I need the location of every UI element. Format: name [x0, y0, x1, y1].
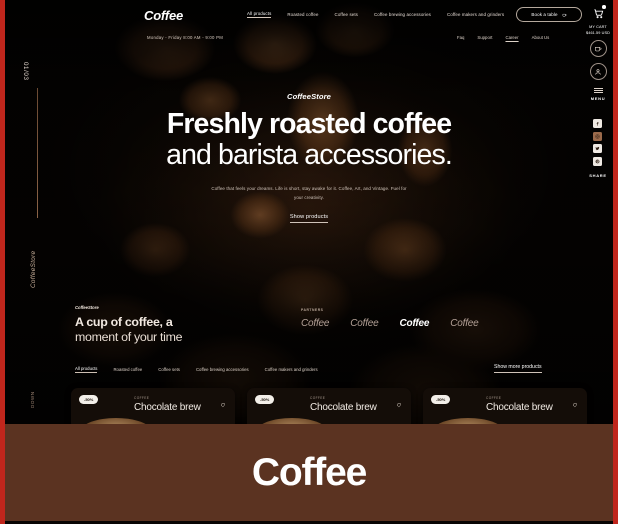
cart-icon-wrap	[593, 5, 606, 24]
cart-badge-dot	[601, 5, 606, 9]
discount-badge: -50%	[79, 395, 99, 404]
product-category: COFFEE	[310, 396, 326, 400]
heart-icon	[397, 403, 402, 408]
partner-logo-2[interactable]: Coffee	[350, 318, 378, 329]
cart-widget[interactable]: MY CART $461.59 USD	[583, 5, 613, 35]
vertical-brand-label: CoffeeStore	[30, 250, 37, 288]
coffee-cup-icon	[595, 46, 602, 51]
screenshot-frame: Coffee All products Roasted coffee Coffe…	[0, 0, 618, 524]
filter-all-products[interactable]: All products	[75, 366, 98, 373]
product-category: COFFEE	[134, 396, 150, 400]
opening-hours: Monday - Friday 8:00 AM - 9:00 PM	[147, 35, 224, 40]
band-label: CoffeeStore	[75, 305, 99, 310]
main-nav: All products Roasted coffee Coffee sets …	[247, 11, 504, 18]
menu-label: MENU	[590, 96, 606, 102]
partner-logo-4[interactable]: Coffee	[450, 318, 478, 329]
band-title: A cup of coffee, a moment of your time	[75, 315, 183, 344]
hero-section: CoffeeStore Freshly roasted coffee and b…	[5, 92, 613, 223]
heart-icon	[573, 403, 578, 408]
banner-title: Coffee	[251, 450, 367, 494]
account-icon-button[interactable]	[589, 63, 607, 80]
nav-item-brewing-accessories[interactable]: Coffee brewing accessories	[374, 12, 431, 17]
secondary-nav: Faq Support Career About Us	[457, 35, 549, 40]
shopping-cart-icon	[593, 9, 603, 19]
rail-divider-line	[37, 88, 38, 218]
slide-counter: 01/03	[22, 62, 29, 81]
share-label: SHARE	[589, 173, 607, 179]
book-a-table-label: Book a table	[531, 12, 558, 17]
partners-row: PARTNERS Coffee Coffee Coffee Coffee	[301, 308, 479, 329]
hero-headline: Freshly roasted coffee and barista acces…	[5, 109, 613, 171]
book-a-table-button[interactable]: Book a table	[516, 7, 582, 22]
product-title: Chocolate brew	[134, 402, 201, 413]
scroll-down-label[interactable]: DOWN	[30, 391, 35, 408]
product-title: Chocolate brew	[486, 402, 553, 413]
twitter-glyph	[596, 146, 600, 151]
social-links: SHARE	[589, 119, 607, 178]
hero-headline-line1: Freshly roasted coffee	[166, 108, 452, 140]
hero-kicker: CoffeeStore	[286, 92, 331, 101]
hero-headline-line2: and barista accessories.	[166, 139, 453, 171]
pinterest-glyph	[596, 159, 600, 163]
partner-logo-3[interactable]: Coffee	[400, 318, 430, 329]
hero-lead-text: Coffee that feels your dreams. Life is s…	[211, 186, 407, 200]
filter-coffee-sets[interactable]: Coffee sets	[158, 367, 180, 372]
show-products-link[interactable]: Show products	[289, 214, 329, 223]
cart-amount: $461.59 USD	[586, 30, 610, 35]
discount-badge: -50%	[431, 395, 451, 404]
nav-item-all-products[interactable]: All products	[247, 11, 272, 18]
nav-item-roasted-coffee[interactable]: Roasted coffee	[287, 12, 318, 17]
twitter-icon[interactable]	[593, 144, 603, 154]
facebook-glyph	[597, 122, 600, 126]
filter-makers-grinders[interactable]: Coffee makers and grinders	[265, 367, 318, 372]
bottom-banner: Coffee	[5, 424, 613, 521]
filter-brewing-accessories[interactable]: Coffee brewing accessories	[196, 367, 249, 372]
filter-roasted-coffee[interactable]: Roasted coffee	[113, 367, 142, 372]
subnav-item-about-us[interactable]: About Us	[532, 35, 550, 40]
product-filter-tabs: All products Roasted coffee Coffee sets …	[75, 366, 318, 373]
favorite-button[interactable]	[220, 395, 226, 413]
subnav-item-faq[interactable]: Faq	[457, 35, 464, 40]
left-rail: 01/03 CoffeeStore DOWN	[22, 58, 49, 408]
heart-icon	[221, 403, 226, 408]
user-account-icon	[595, 68, 601, 75]
right-rail: MENU SHARE	[583, 40, 613, 178]
pinterest-icon[interactable]	[593, 156, 603, 166]
favorite-button[interactable]	[396, 395, 402, 413]
coffee-cup-icon	[562, 13, 567, 17]
band-title-line1: A cup of coffee, a	[75, 315, 173, 329]
subnav-item-support[interactable]: Support	[477, 35, 492, 40]
show-more-products-link[interactable]: Show more products	[494, 364, 542, 373]
cup-icon-button[interactable]	[589, 40, 607, 57]
nav-item-coffee-sets[interactable]: Coffee sets	[335, 12, 358, 17]
site-logo[interactable]: Coffee	[144, 8, 183, 23]
favorite-button[interactable]	[572, 395, 578, 413]
product-title: Chocolate brew	[310, 402, 377, 413]
discount-badge: -50%	[255, 395, 275, 404]
hero-cta-wrap: Show products	[5, 202, 613, 223]
nav-item-makers-grinders[interactable]: Coffee makers and grinders	[447, 12, 504, 17]
band-title-line2: moment of your time	[75, 329, 183, 344]
instagram-glyph	[596, 134, 600, 138]
top-navigation-bar: Coffee All products Roasted coffee Coffe…	[5, 0, 613, 35]
partner-logo-1[interactable]: Coffee	[301, 318, 329, 329]
subnav-item-career[interactable]: Career	[505, 35, 518, 40]
instagram-icon[interactable]	[593, 131, 603, 141]
cart-label: MY CART	[589, 25, 607, 29]
menu-button[interactable]	[593, 88, 603, 94]
partners-label: PARTNERS	[301, 308, 324, 312]
product-category: COFFEE	[486, 396, 502, 400]
facebook-icon[interactable]	[593, 119, 603, 129]
